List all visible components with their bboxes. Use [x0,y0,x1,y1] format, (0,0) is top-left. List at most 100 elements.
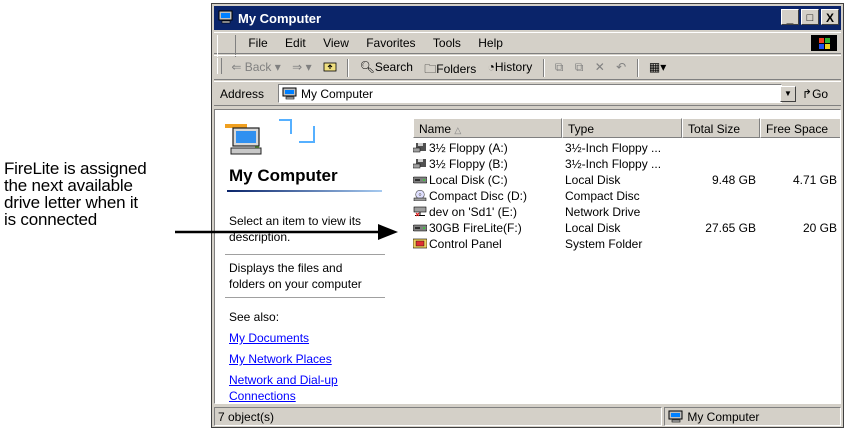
maximize-button[interactable]: □ [801,9,819,25]
copy-to-button[interactable]: ⧉ [571,56,588,79]
link-my-network-places[interactable]: My Network Places [229,351,332,367]
item-free: 20 GB [802,221,837,235]
item-name: Compact Disc (D:) [429,189,528,203]
column-header-free-space[interactable]: Free Space [760,118,840,138]
callout-line: is connected [4,210,98,229]
info-pane: My Computer Select an item to view its d… [215,110,395,403]
link-my-documents[interactable]: My Documents [229,330,309,346]
my-computer-banner-icon [225,119,315,155]
link-connections[interactable]: Connections [229,388,296,403]
menu-file[interactable]: File [241,33,274,53]
history-label: History [494,60,533,74]
search-button[interactable]: 🔍︎Search [356,56,417,78]
minimize-button[interactable]: _ [781,9,799,25]
delete-icon: ✕ [594,60,605,74]
menu-favorites[interactable]: Favorites [359,33,422,53]
item-name: dev on 'Sd1' (E:) [429,205,517,219]
column-total-label: Total Size [688,122,741,136]
item-name: Local Disk (C:) [429,173,508,187]
item-total: 9.48 GB [711,173,756,187]
status-zone: My Computer [664,407,841,426]
address-dropdown-button[interactable]: ▼ [780,86,796,102]
toolbar-separator [542,59,545,77]
up-folder-icon [323,62,337,72]
chevron-down-icon: ▾ [305,60,312,74]
computer-icon [668,410,683,423]
pane-heading-underline [227,190,382,192]
item-type: 3½-Inch Floppy ... [565,141,662,155]
link-network-dialup[interactable]: Network and Dial-up [229,372,338,388]
status-zone-label: My Computer [687,410,760,424]
chevron-down-icon: ▾ [660,60,667,74]
cd-drive-icon [413,190,427,201]
item-name-cell: 3½ Floppy (B:) [413,157,508,171]
folders-label: Folders [436,62,477,76]
undo-button[interactable]: ↶ [612,56,630,78]
back-button[interactable]: ⇐ Back ▾ [227,56,284,78]
column-free-label: Free Space [766,122,829,136]
callout-line: FireLite is assigned [4,159,147,178]
content-area: My Computer Select an item to view its d… [214,109,841,404]
toolbar-grip[interactable] [217,58,222,74]
menu-tools[interactable]: Tools [426,33,468,53]
address-label: Address [220,87,265,101]
delete-button[interactable]: ✕ [591,56,609,78]
address-bar: Address My Computer ▼ ↱Go [214,81,841,106]
menu-view[interactable]: View [316,33,356,53]
pane-description: Select an item to view its description. [229,214,362,244]
see-also-label: See also: [229,310,280,324]
item-name-cell: 3½ Floppy (A:) [413,141,508,155]
menu-edit[interactable]: Edit [278,33,313,53]
arrow-left-icon: ⇐ [231,60,242,74]
views-button[interactable]: ▦▾ [645,56,670,78]
column-header-total-size[interactable]: Total Size [682,118,760,138]
toolbar-separator [636,59,639,77]
pane-info-text: Displays the files and folders on your c… [229,261,362,291]
back-label: Back [244,60,272,74]
hard-disk-icon [413,176,427,184]
go-button[interactable]: ↱Go [802,87,828,101]
column-header-type[interactable]: Type [562,118,682,138]
address-value: My Computer [301,87,374,101]
item-free: 4.71 GB [792,173,837,187]
network-drive-icon [413,206,427,217]
item-name: 30GB FireLite(F:) [429,221,522,235]
computer-icon [282,87,297,100]
item-type: System Folder [565,237,643,251]
explorer-window: My Computer _ □ X File Edit View Favorit… [211,3,844,428]
control-panel-icon [413,238,427,249]
forward-button[interactable]: ⇒ ▾ [288,56,315,78]
column-name-label: Name [419,122,452,136]
column-header-name[interactable]: Name △ [413,118,562,138]
go-arrow-icon: ↱ [802,87,813,101]
copy-to-icon: ⧉ [574,60,584,74]
item-type: Compact Disc [565,189,640,203]
history-button[interactable]: ◔History [484,56,537,78]
move-to-button[interactable]: ⧉ [551,56,568,79]
address-input[interactable]: My Computer [278,84,782,103]
pane-heading: My Computer [229,166,338,185]
computer-icon [218,10,233,24]
menu-grip[interactable] [217,35,236,57]
item-name: 3½ Floppy (A:) [429,141,508,155]
menu-help[interactable]: Help [471,33,510,53]
title-bar[interactable]: My Computer _ □ X [214,6,841,30]
status-object-count: 7 object(s) [214,407,662,426]
pane-divider [225,297,385,298]
undo-icon: ↶ [616,60,627,74]
item-name: 3½ Floppy (B:) [429,157,508,171]
item-name-cell: 30GB FireLite(F:) [413,221,522,235]
item-type: Local Disk [565,221,621,235]
chevron-down-icon: ▾ [274,60,281,74]
sort-ascending-icon: △ [454,125,462,135]
item-name-cell: Control Panel [413,237,502,251]
item-name-cell: Compact Disc (D:) [413,189,527,203]
list-header: Name △ Type Total Size Free Space [413,118,840,138]
close-button[interactable]: X [821,9,839,25]
item-name-cell: dev on 'Sd1' (E:) [413,205,517,219]
window-title: My Computer [238,11,322,26]
toolbar: ⇐ Back ▾ ⇒ ▾ 🔍︎Search 🗀Folders ◔History … [214,55,841,80]
callout-line: the next available [4,176,133,195]
item-type: Network Drive [565,205,641,219]
up-button[interactable] [319,56,341,78]
